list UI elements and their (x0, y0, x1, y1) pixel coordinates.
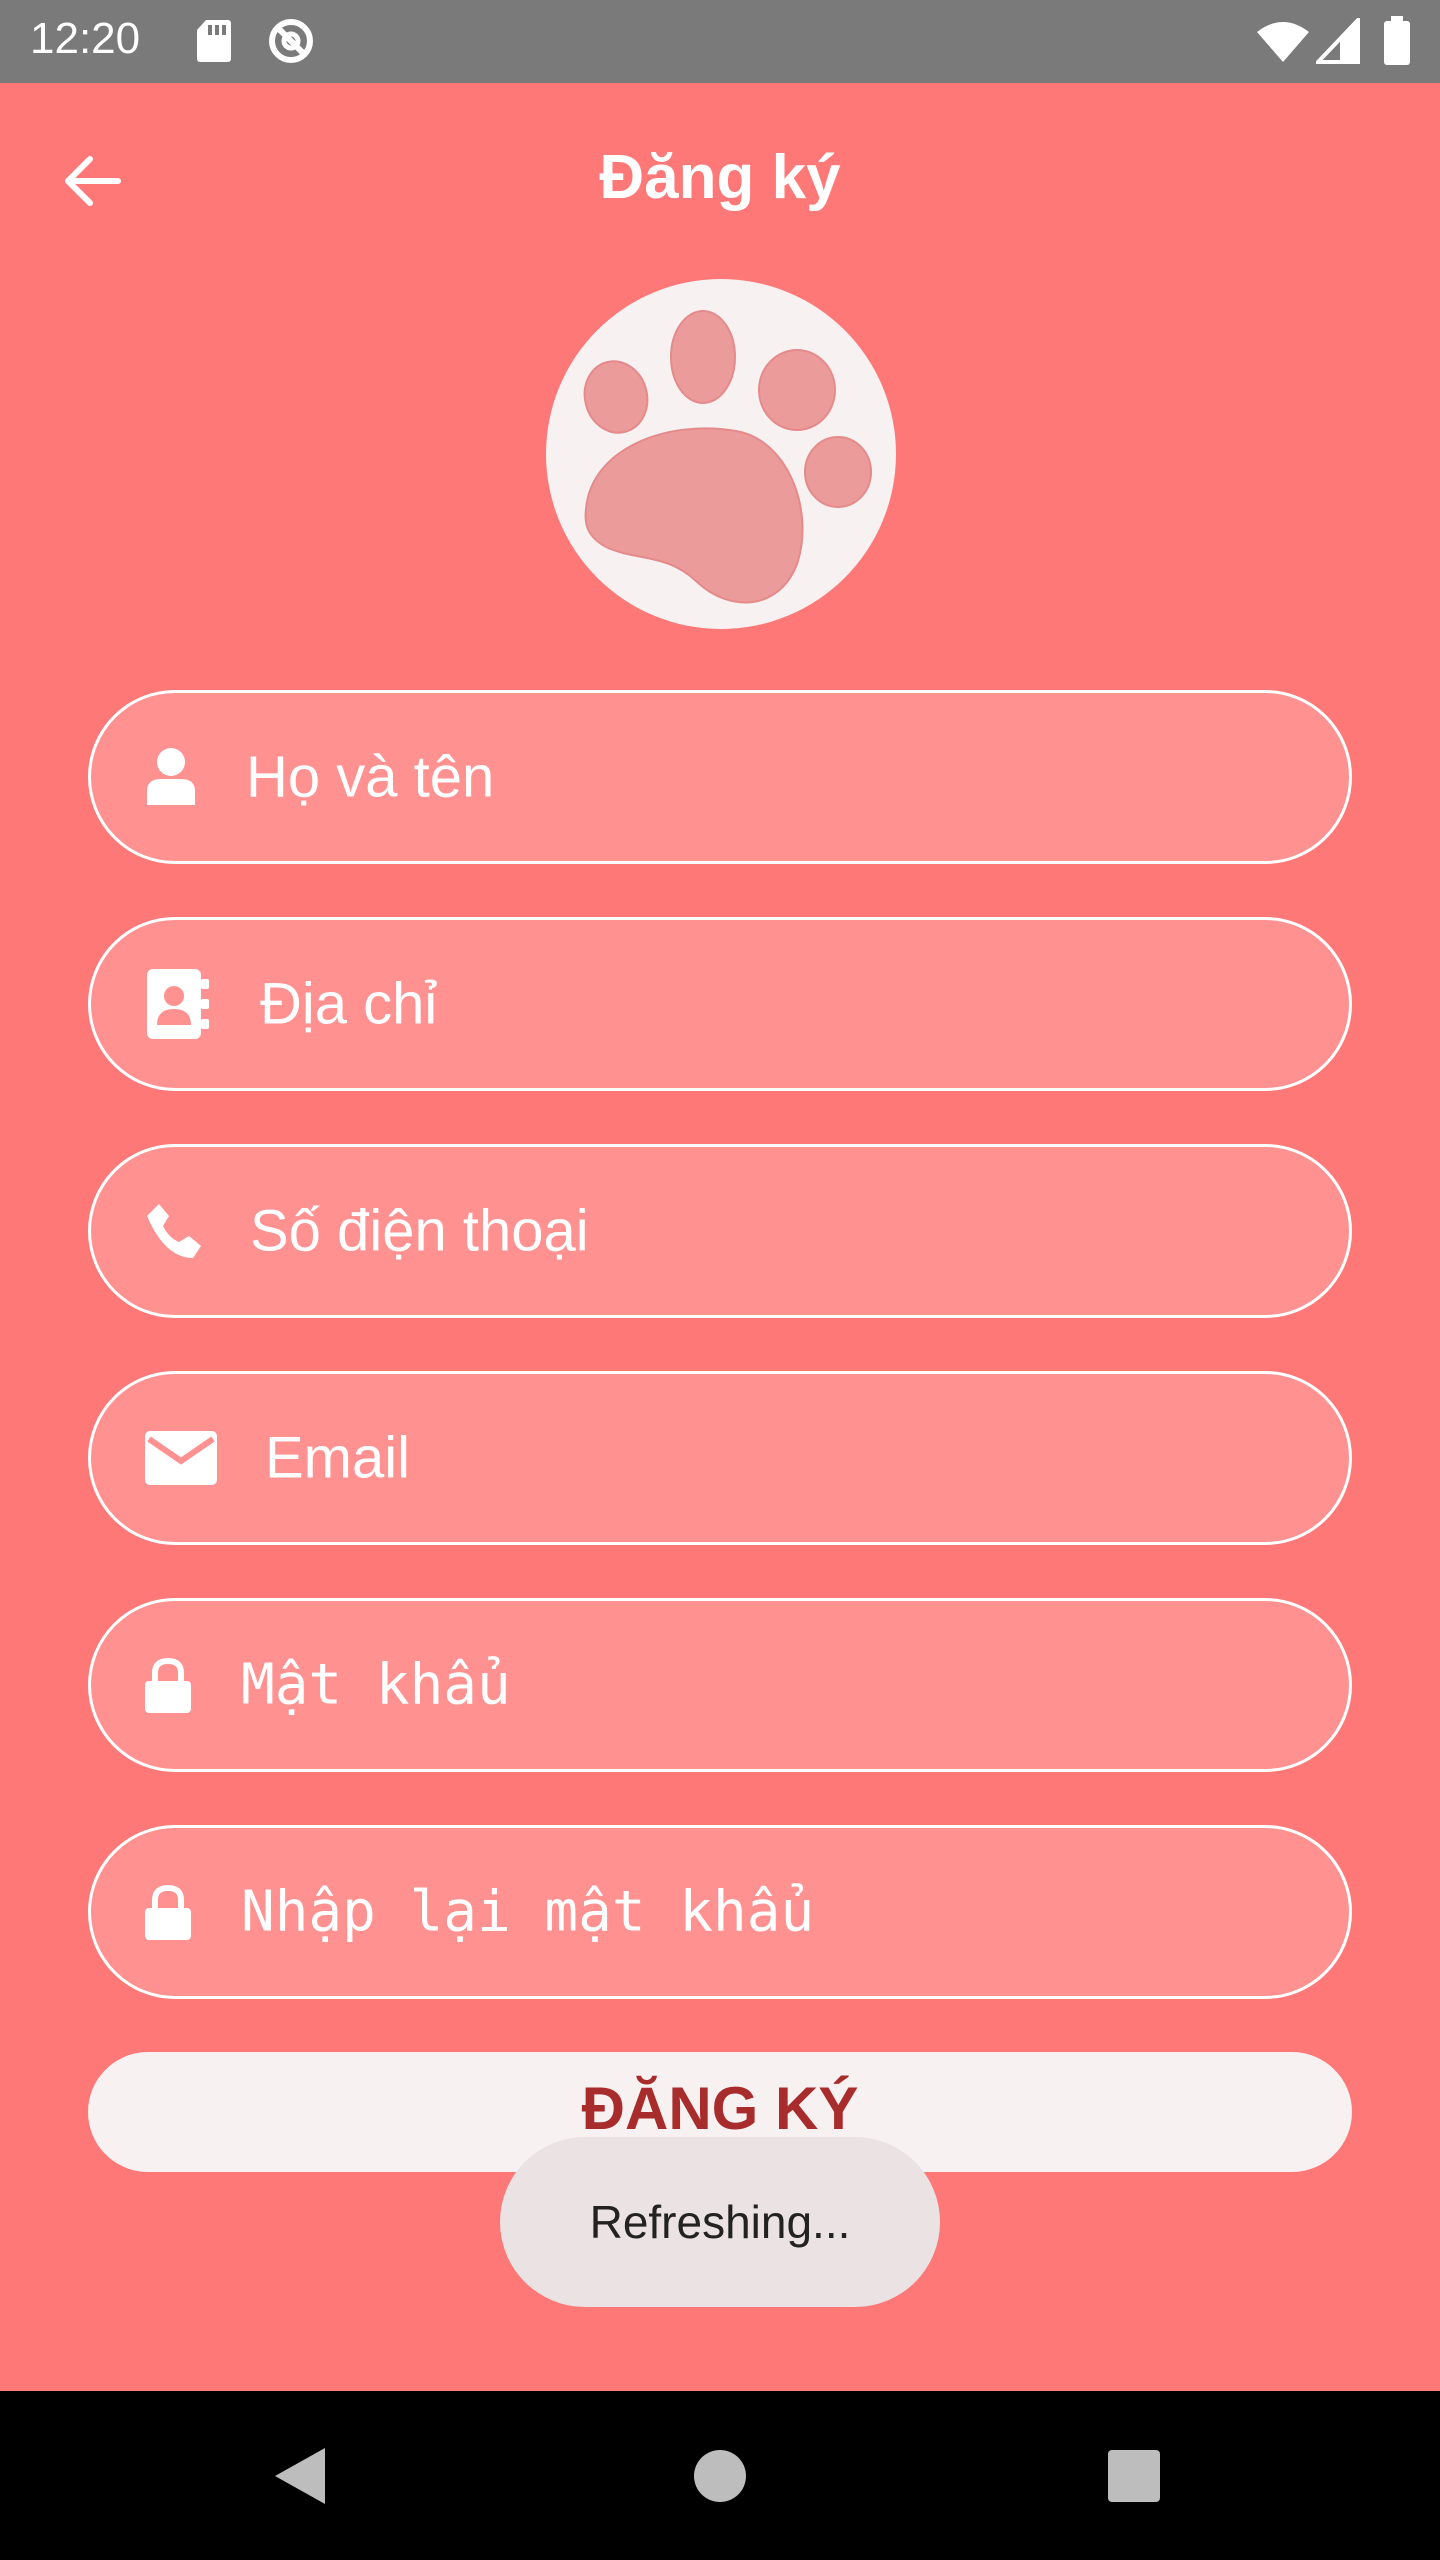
home-circle-icon[interactable] (693, 2449, 747, 2503)
lock-icon (145, 1657, 191, 1713)
phone-field[interactable]: Số điện thoại (88, 1144, 1352, 1318)
phone-icon (147, 1204, 201, 1258)
toast: Refreshing... (500, 2137, 940, 2307)
address-book-icon (147, 969, 209, 1039)
data-saver-icon (269, 19, 313, 63)
system-nav-bar (0, 2391, 1440, 2560)
user-icon (147, 748, 195, 805)
full-name-placeholder: Họ và tên (246, 744, 495, 810)
confirm-password-placeholder: Nhập lại mật khẩu (241, 1879, 815, 1945)
app-logo (546, 279, 896, 629)
status-bar: 12:20 (0, 0, 1440, 83)
confirm-password-field[interactable]: Nhập lại mật khẩu (88, 1825, 1352, 1999)
status-time: 12:20 (30, 14, 141, 63)
address-field[interactable]: Địa chỉ (88, 917, 1352, 1091)
phone-placeholder: Số điện thoại (250, 1198, 589, 1264)
password-placeholder: Mật khẩu (241, 1652, 511, 1718)
recents-square-icon[interactable] (1107, 2449, 1161, 2503)
back-triangle-icon[interactable] (273, 2446, 327, 2506)
page-title: Đăng ký (599, 143, 841, 212)
battery-icon (1384, 16, 1410, 65)
password-field[interactable]: Mật khẩu (88, 1598, 1352, 1772)
paw-icon (583, 310, 872, 604)
sd-card-icon (197, 20, 231, 62)
email-field[interactable]: Email (88, 1371, 1352, 1545)
address-placeholder: Địa chỉ (260, 971, 438, 1037)
full-name-field[interactable]: Họ và tên (88, 690, 1352, 864)
toast-message: Refreshing... (589, 2196, 851, 2248)
register-button-label: ĐĂNG KÝ (581, 2075, 859, 2142)
email-placeholder: Email (265, 1425, 411, 1491)
lock-icon (145, 1884, 191, 1940)
envelope-icon (145, 1431, 217, 1485)
wifi-icon (1257, 22, 1309, 62)
signal-icon (1316, 18, 1360, 64)
